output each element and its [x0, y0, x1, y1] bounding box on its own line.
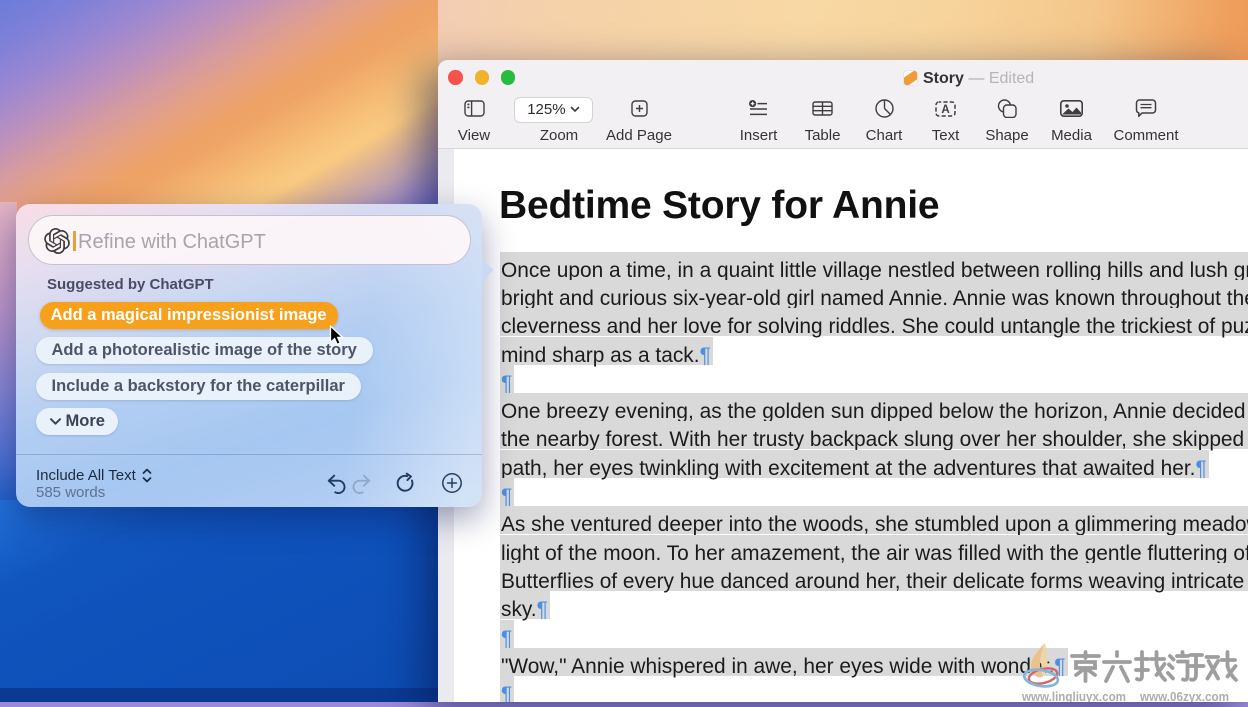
svg-text:www.lingliuyx.com: www.lingliuyx.com [1021, 689, 1126, 702]
svg-text:A: A [941, 104, 949, 116]
svg-text:www.06zyx.com: www.06zyx.com [1139, 689, 1229, 702]
